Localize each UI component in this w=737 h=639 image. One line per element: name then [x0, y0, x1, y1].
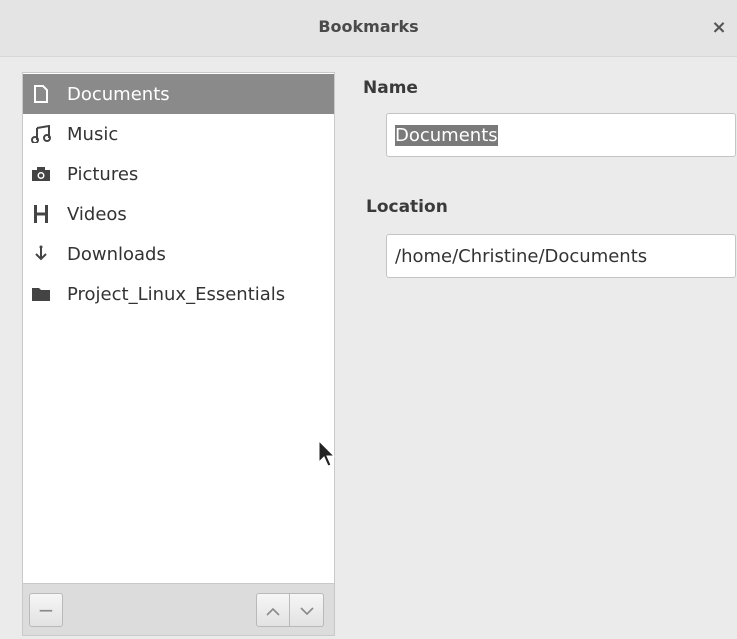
bookmark-item-project-linux-essentials[interactable]: Project_Linux_Essentials — [23, 274, 334, 314]
remove-bookmark-button[interactable]: − — [29, 593, 63, 627]
camera-icon — [31, 164, 51, 184]
bookmark-item-pictures[interactable]: Pictures — [23, 154, 334, 194]
move-up-button[interactable] — [256, 593, 290, 627]
document-icon — [31, 84, 51, 104]
bookmark-item-documents[interactable]: Documents — [23, 74, 334, 114]
download-icon — [31, 244, 51, 264]
bookmark-label: Pictures — [67, 163, 139, 185]
location-label: Location — [366, 197, 448, 217]
bookmark-label: Documents — [67, 83, 170, 105]
chevron-down-icon — [299, 601, 314, 620]
window-title: Bookmarks — [318, 17, 419, 36]
bookmark-label: Project_Linux_Essentials — [67, 283, 286, 305]
bookmark-item-music[interactable]: Music — [23, 114, 334, 154]
name-label: Name — [363, 78, 418, 98]
film-icon — [31, 204, 51, 224]
move-down-button[interactable] — [290, 593, 324, 627]
bookmark-label: Music — [67, 123, 119, 145]
bookmark-item-videos[interactable]: Videos — [23, 194, 334, 234]
mouse-pointer-icon — [318, 439, 338, 472]
bookmark-label: Downloads — [67, 243, 166, 265]
bookmark-item-downloads[interactable]: Downloads — [23, 234, 334, 274]
bookmark-label: Videos — [67, 203, 127, 225]
name-field[interactable] — [386, 113, 736, 157]
title-bar: Bookmarks × — [0, 0, 737, 57]
bookmarks-toolbar: − — [22, 584, 335, 636]
bookmarks-list: Documents Music Pictures Videos Download… — [22, 72, 335, 584]
chevron-up-icon — [266, 601, 280, 620]
close-button[interactable]: × — [707, 16, 731, 40]
music-icon — [31, 124, 51, 144]
folder-icon — [31, 284, 51, 304]
location-field[interactable] — [386, 234, 736, 278]
